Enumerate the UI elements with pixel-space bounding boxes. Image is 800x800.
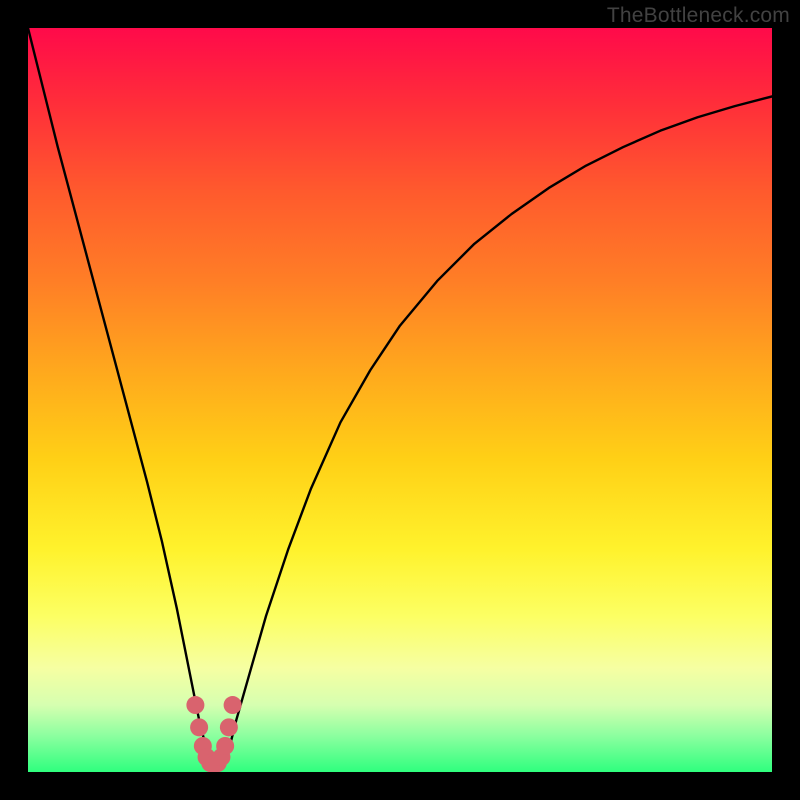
marker-dot <box>220 718 238 736</box>
marker-dot <box>216 737 234 755</box>
marker-dot <box>224 696 242 714</box>
curve-layer <box>28 28 772 772</box>
bottleneck-curve <box>28 28 772 765</box>
bottleneck-region-markers <box>186 696 241 772</box>
marker-dot <box>190 718 208 736</box>
watermark-text: TheBottleneck.com <box>607 4 790 28</box>
marker-dot <box>186 696 204 714</box>
chart-frame: TheBottleneck.com <box>0 0 800 800</box>
plot-area <box>28 28 772 772</box>
